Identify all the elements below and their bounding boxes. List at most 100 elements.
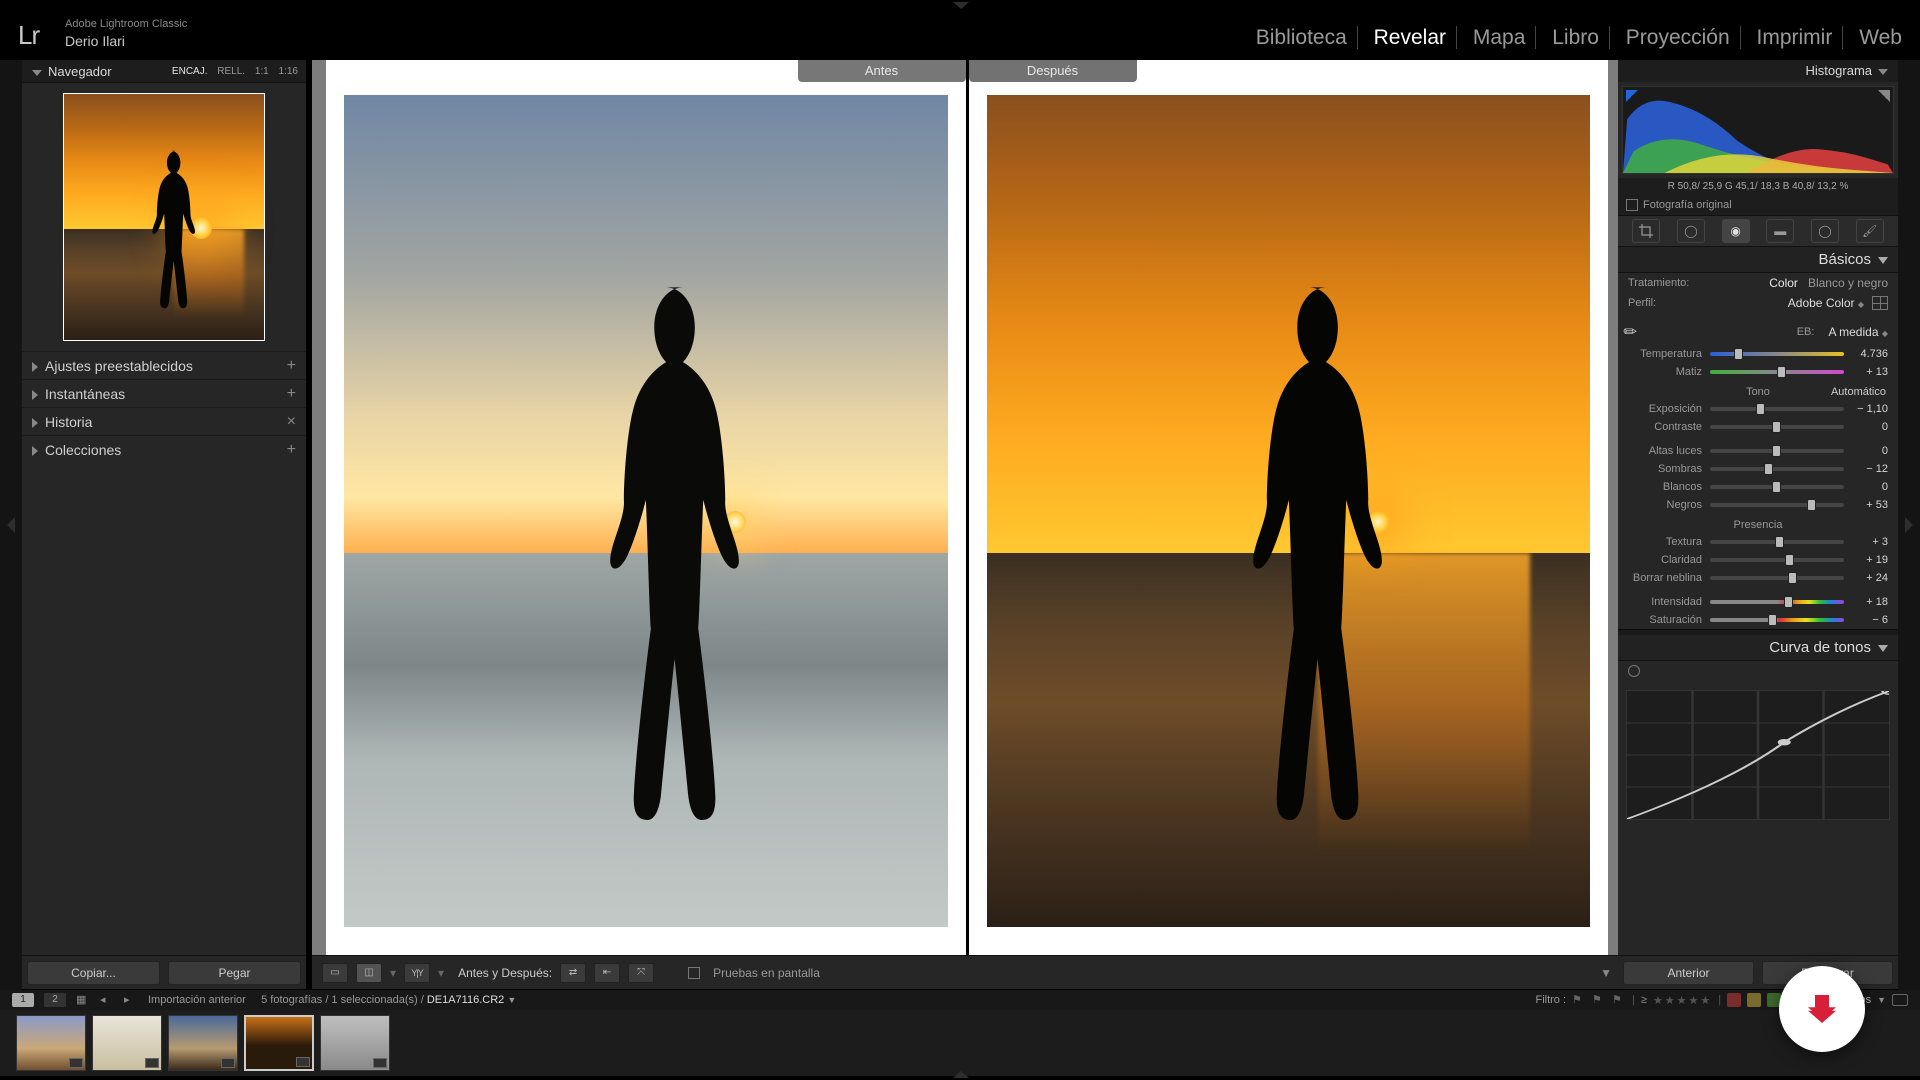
before-after-yy-icon[interactable]: Y|Y	[404, 963, 430, 983]
flag-any-icon[interactable]: ⚑	[1572, 993, 1586, 1007]
add-preset-icon[interactable]: +	[287, 352, 296, 380]
snapshots-panel[interactable]: Instantáneas+	[22, 379, 306, 407]
dehaze-slider[interactable]: Borrar neblina+ 24	[1618, 569, 1898, 587]
navigator-thumbnail[interactable]	[63, 93, 265, 341]
go-back-icon[interactable]: ◂	[100, 993, 114, 1007]
canvas-area: Antes Después	[312, 60, 1622, 955]
module-map[interactable]: Mapa	[1463, 26, 1537, 49]
toolbar-menu-icon[interactable]: ▼	[1600, 966, 1612, 980]
history-panel[interactable]: Historia×	[22, 407, 306, 435]
module-book[interactable]: Libro	[1542, 26, 1610, 49]
profile-row: Perfil: Adobe Color ◆	[1618, 293, 1898, 313]
zoom-fill[interactable]: RELL.	[217, 66, 245, 77]
label-red[interactable]	[1727, 993, 1741, 1007]
filmstrip-source[interactable]: Importación anterior 5 fotografías / 1 s…	[148, 994, 516, 1006]
filter-lock-icon[interactable]	[1892, 994, 1908, 1006]
filmstrip-thumb-2[interactable]	[92, 1015, 162, 1071]
shadows-slider[interactable]: Sombras− 12	[1618, 460, 1898, 478]
treatment-color[interactable]: Color	[1769, 276, 1798, 290]
exposure-slider[interactable]: Exposición− 1,10	[1618, 400, 1898, 418]
copy-before-to-after-icon[interactable]: ⤧	[628, 963, 654, 983]
panel-collapse-bottom-icon[interactable]	[953, 1071, 969, 1078]
clarity-slider[interactable]: Claridad+ 19	[1618, 551, 1898, 569]
whites-slider[interactable]: Blancos0	[1618, 478, 1898, 496]
filmstrip-thumb-5[interactable]	[320, 1015, 390, 1071]
app-title: Adobe Lightroom Classic	[65, 18, 187, 30]
presets-panel[interactable]: Ajustes preestablecidos+	[22, 351, 306, 379]
zoom-ratio[interactable]: 1:16	[279, 66, 298, 77]
module-develop[interactable]: Revelar	[1364, 26, 1457, 49]
add-snapshot-icon[interactable]: +	[287, 380, 296, 408]
zoom-fit[interactable]: ENCAJ.	[172, 66, 208, 77]
flag-rejected-icon[interactable]: ⚑	[1612, 993, 1626, 1007]
saturation-slider[interactable]: Saturación− 6	[1618, 611, 1898, 629]
filmstrip-thumb-1[interactable]	[16, 1015, 86, 1071]
tone-curve[interactable]	[1626, 690, 1890, 820]
loupe-view-icon[interactable]: ▭	[322, 963, 348, 983]
second-display-icon[interactable]: 2	[44, 993, 66, 1007]
rating-filter[interactable]: ★★★★★	[1653, 994, 1712, 1007]
go-forward-icon[interactable]: ▸	[124, 993, 138, 1007]
collapse-right-icon[interactable]	[1898, 60, 1920, 990]
histogram[interactable]	[1622, 86, 1894, 174]
floating-action-button[interactable]	[1779, 966, 1865, 1052]
paste-settings-button[interactable]: Pegar	[168, 961, 301, 985]
rgb-readout: R 50,8/ 25,9 G 45,1/ 18,3 B 40,8/ 13,2 %	[1618, 178, 1898, 195]
tint-slider[interactable]: Matiz+ 13	[1618, 363, 1898, 381]
module-library[interactable]: Biblioteca	[1246, 26, 1358, 49]
swap-before-after-icon[interactable]: ⇄	[560, 963, 586, 983]
identity-plate[interactable]: Derio Ilari	[65, 33, 125, 49]
radial-filter-icon[interactable]: ◯	[1811, 219, 1839, 243]
histogram-header[interactable]: Histograma	[1618, 60, 1898, 82]
highlights-slider[interactable]: Altas luces0	[1618, 442, 1898, 460]
profile-browser-icon[interactable]	[1872, 296, 1888, 310]
filmstrip-thumb-4[interactable]	[244, 1015, 314, 1071]
crop-tool-icon[interactable]	[1632, 219, 1660, 243]
flag-picked-icon[interactable]: ⚑	[1592, 993, 1606, 1007]
panel-collapse-top-icon[interactable]	[953, 2, 969, 9]
clear-history-icon[interactable]: ×	[287, 408, 296, 436]
after-view[interactable]: Después	[969, 60, 1609, 955]
spot-removal-icon[interactable]: ◯	[1677, 219, 1705, 243]
add-collection-icon[interactable]: +	[287, 436, 296, 464]
filmstrip-thumb-3[interactable]	[168, 1015, 238, 1071]
treatment-bw[interactable]: Blanco y negro	[1808, 276, 1888, 290]
label-yellow[interactable]	[1747, 993, 1761, 1007]
collections-panel[interactable]: Colecciones+	[22, 435, 306, 463]
top-bar: Lr Adobe Lightroom Classic Derio Ilari B…	[0, 0, 1920, 60]
before-after-lr-icon[interactable]: ◫	[356, 963, 382, 983]
grid-icon[interactable]: ▦	[76, 993, 90, 1007]
target-adjust-icon[interactable]	[1628, 665, 1640, 677]
zoom-1to1[interactable]: 1:1	[255, 66, 269, 77]
vibrance-slider[interactable]: Intensidad+ 18	[1618, 593, 1898, 611]
main-display-icon[interactable]: 1	[12, 993, 34, 1007]
navigator-header[interactable]: Navegador ENCAJ. RELL. 1:1 1:16	[22, 60, 306, 83]
profile-select[interactable]: Adobe Color ◆	[1788, 296, 1864, 310]
blacks-slider[interactable]: Negros+ 53	[1618, 496, 1898, 514]
adjustment-brush-icon[interactable]: 🖌	[1856, 219, 1884, 243]
copy-after-to-before-icon[interactable]: ⇤	[594, 963, 620, 983]
graduated-filter-icon[interactable]: ▬	[1766, 219, 1794, 243]
wb-row: ✎ EB: A medida ◆	[1618, 319, 1898, 345]
copy-settings-button[interactable]: Copiar...	[27, 961, 160, 985]
contrast-slider[interactable]: Contraste0	[1618, 418, 1898, 436]
original-photo-row[interactable]: Fotografía original	[1618, 195, 1898, 215]
red-eye-icon[interactable]: ◉	[1722, 219, 1750, 243]
basic-panel-header[interactable]: Básicos	[1618, 247, 1898, 273]
app-logo: Lr	[18, 20, 39, 51]
treatment-row: Tratamiento: Color Blanco y negro	[1618, 273, 1898, 293]
wb-select[interactable]: A medida ◆	[1828, 325, 1888, 339]
before-view[interactable]: Antes	[326, 60, 969, 955]
module-slideshow[interactable]: Proyección	[1616, 26, 1741, 49]
texture-slider[interactable]: Textura+ 3	[1618, 533, 1898, 551]
soft-proof-checkbox[interactable]	[688, 967, 700, 979]
tone-curve-header[interactable]: Curva de tonos	[1618, 635, 1898, 661]
wb-picker-icon[interactable]: ✎	[1619, 320, 1643, 344]
toolbar: ▭ ◫ ▾ Y|Y ▾ Antes y Después: ⇄ ⇤ ⤧ Prueb…	[312, 955, 1622, 989]
previous-button[interactable]: Anterior	[1623, 961, 1754, 985]
temperature-slider[interactable]: Temperatura4.736	[1618, 345, 1898, 363]
collapse-left-icon[interactable]	[0, 60, 22, 990]
module-print[interactable]: Imprimir	[1747, 26, 1844, 49]
module-web[interactable]: Web	[1849, 26, 1902, 49]
rating-eq-icon[interactable]: ≥	[1641, 994, 1647, 1006]
